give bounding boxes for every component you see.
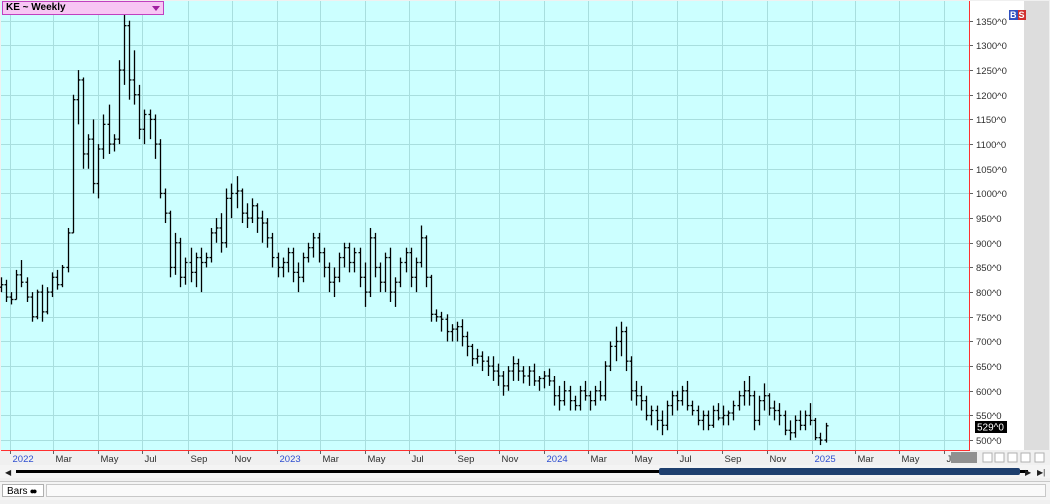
x-tick-label: Mar — [858, 454, 874, 465]
corner-box — [951, 452, 977, 463]
y-tick-label: 1150^0 — [976, 115, 1006, 126]
chevron-down-icon[interactable] — [152, 6, 160, 11]
x-tick-label: Nov — [235, 454, 252, 465]
y-tick-label: 1200^0 — [976, 91, 1007, 102]
x-tick-label: May — [368, 454, 386, 465]
snapshot-button[interactable] — [1034, 452, 1045, 463]
y-tick-label: 1250^0 — [976, 66, 1007, 77]
y-tick-label: 900^0 — [976, 239, 1002, 250]
y-tick-label: 800^0 — [976, 288, 1002, 299]
bottom-toolbar: Bars ●● — [0, 481, 1050, 500]
y-tick-label: 1350^0 — [976, 17, 1007, 28]
bottom-field — [46, 484, 1046, 497]
x-tick-label: Jul — [145, 454, 157, 465]
x-tick-label: 2025 — [815, 454, 836, 465]
bars-tab[interactable]: Bars ●● — [2, 484, 44, 497]
x-tick-label: May — [902, 454, 920, 465]
x-tick-label: Sep — [458, 454, 475, 465]
y-tick-label: 500^0 — [976, 436, 1002, 447]
x-tick-label: May — [635, 454, 653, 465]
y-tick-label: 1300^0 — [976, 41, 1007, 52]
x-tick-label: Mar — [591, 454, 607, 465]
x-tick-label: Nov — [502, 454, 519, 465]
y-tick-label: 850^0 — [976, 263, 1002, 274]
buy-button[interactable]: B — [1009, 10, 1018, 20]
x-tick-label: Nov — [770, 454, 787, 465]
last-price-label: 529^0 — [977, 423, 1004, 434]
binoculars-icon: ●● — [29, 486, 38, 496]
x-tick-label: 2024 — [547, 454, 568, 465]
x-tick-label: 2022 — [13, 454, 34, 465]
scroll-right-button[interactable] — [1020, 452, 1031, 463]
x-tick-label: 2023 — [280, 454, 301, 465]
y-tick-label: 1100^0 — [976, 140, 1006, 151]
y-tick-label: 950^0 — [976, 214, 1002, 225]
symbol-selector[interactable]: KE ~ Weekly — [2, 1, 164, 15]
sell-button[interactable]: S — [1017, 10, 1026, 20]
scroll-left-button[interactable] — [1007, 452, 1018, 463]
price-chart[interactable]: 500^0 550^0 600^0 650^0 700^0 750^0 800^0 850^0… — [0, 0, 1050, 499]
x-tick-label: Mar — [56, 454, 72, 465]
x-tick-label: Jul — [412, 454, 424, 465]
last-price-marker: 529^0 — [975, 421, 1007, 434]
bars-tab-label: Bars — [7, 486, 28, 497]
scroll-left-icon[interactable]: ◀ — [5, 468, 12, 477]
plot-area[interactable] — [1, 1, 969, 450]
scroll-end-icon[interactable]: ▶| — [1037, 468, 1045, 477]
x-tick-label: Sep — [725, 454, 742, 465]
y-tick-label: 1000^0 — [976, 189, 1007, 200]
y-tick-label: 700^0 — [976, 337, 1002, 348]
zoom-out-button[interactable] — [982, 452, 993, 463]
y-tick-label: 600^0 — [976, 387, 1002, 398]
chart-frame: 500^0 550^0 600^0 650^0 700^0 750^0 800^0 850^0… — [0, 0, 1050, 500]
scroll-right-icon[interactable]: ▶ — [1025, 468, 1032, 477]
x-tick-label: Sep — [191, 454, 208, 465]
nav-buttons — [982, 452, 1045, 463]
y-tick-label: 750^0 — [976, 313, 1002, 324]
x-tick-label: Jul — [680, 454, 692, 465]
y-tick-label: 1050^0 — [976, 165, 1007, 176]
zoom-in-button[interactable] — [994, 452, 1005, 463]
x-tick-label: May — [101, 454, 119, 465]
right-gutter — [1024, 1, 1049, 450]
x-tick-label: Mar — [323, 454, 339, 465]
y-tick-label: 650^0 — [976, 362, 1002, 373]
buy-sell-buttons: BS — [1009, 10, 1026, 20]
y-tick-label: 550^0 — [976, 411, 1002, 422]
symbol-label: KE ~ Weekly — [6, 2, 66, 13]
scrollbar-thumb[interactable] — [659, 468, 1020, 475]
